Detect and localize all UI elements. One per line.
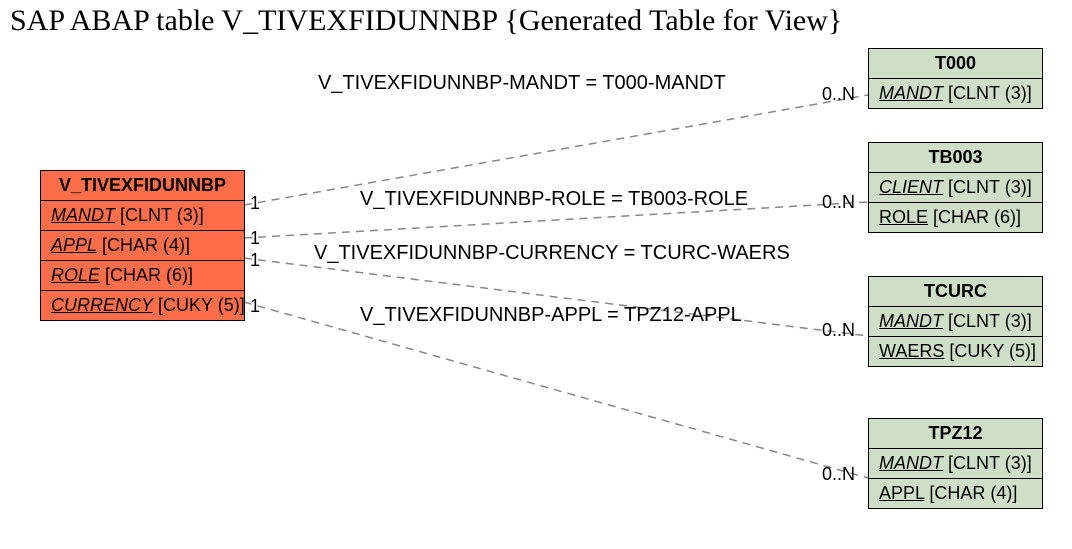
relation-label: V_TIVEXFIDUNNBP-ROLE = TB003-ROLE [360,188,748,211]
field-name: MANDT [51,205,115,225]
relation-label: V_TIVEXFIDUNNBP-APPL = TPZ12-APPL [360,304,742,327]
entity-row: MANDT [CLNT (3)] [869,79,1042,108]
cardinality-target: 0..N [822,84,855,105]
field-name: ROLE [51,265,100,285]
field-name: MANDT [879,311,943,331]
cardinality-target: 0..N [822,464,855,485]
entity-source-row: APPL [CHAR (4)] [41,231,244,261]
entity-header: TPZ12 [869,419,1042,449]
field-type: [CHAR (6)] [105,265,193,285]
field-type: [CLNT (3)] [948,177,1032,197]
entity-header: TB003 [869,143,1042,173]
field-type: [CHAR (4)] [929,483,1017,503]
field-type: [CHAR (6)] [933,207,1021,227]
diagram-stage: SAP ABAP table V_TIVEXFIDUNNBP {Generate… [0,0,1072,549]
field-type: [CHAR (4)] [102,235,190,255]
cardinality-source: 1 [250,228,260,249]
field-name: APPL [51,235,97,255]
entity-row: MANDT [CLNT (3)] [869,449,1042,479]
entity-source-row: CURRENCY [CUKY (5)] [41,291,244,320]
entity-header: T000 [869,49,1042,79]
field-name: APPL [879,483,924,503]
cardinality-target: 0..N [822,192,855,213]
field-type: [CLNT (3)] [120,205,204,225]
field-name: ROLE [879,207,928,227]
entity-source-header: V_TIVEXFIDUNNBP [41,171,244,201]
cardinality-source: 1 [250,296,260,317]
entity-source-row: ROLE [CHAR (6)] [41,261,244,291]
entity-tpz12: TPZ12 MANDT [CLNT (3)] APPL [CHAR (4)] [868,418,1043,509]
relation-label: V_TIVEXFIDUNNBP-MANDT = T000-MANDT [318,72,726,95]
field-type: [CLNT (3)] [948,453,1032,473]
field-name: WAERS [879,341,944,361]
cardinality-target: 0..N [822,320,855,341]
field-type: [CUKY (5)] [949,341,1036,361]
entity-t000: T000 MANDT [CLNT (3)] [868,48,1043,109]
entity-source-row: MANDT [CLNT (3)] [41,201,244,231]
page-title: SAP ABAP table V_TIVEXFIDUNNBP {Generate… [10,4,842,38]
cardinality-source: 1 [250,250,260,271]
entity-row: MANDT [CLNT (3)] [869,307,1042,337]
field-name: CURRENCY [51,295,153,315]
field-name: MANDT [879,83,943,103]
entity-header: TCURC [869,277,1042,307]
entity-tcurc: TCURC MANDT [CLNT (3)] WAERS [CUKY (5)] [868,276,1043,367]
cardinality-source: 1 [250,193,260,214]
field-type: [CLNT (3)] [948,311,1032,331]
entity-tb003: TB003 CLIENT [CLNT (3)] ROLE [CHAR (6)] [868,142,1043,233]
entity-row: ROLE [CHAR (6)] [869,203,1042,232]
relation-label: V_TIVEXFIDUNNBP-CURRENCY = TCURC-WAERS [314,242,790,265]
entity-row: CLIENT [CLNT (3)] [869,173,1042,203]
field-type: [CUKY (5)] [158,295,245,315]
field-name: MANDT [879,453,943,473]
entity-source: V_TIVEXFIDUNNBP MANDT [CLNT (3)] APPL [C… [40,170,245,321]
entity-row: WAERS [CUKY (5)] [869,337,1042,366]
field-type: [CLNT (3)] [948,83,1032,103]
entity-row: APPL [CHAR (4)] [869,479,1042,508]
field-name: CLIENT [879,177,943,197]
